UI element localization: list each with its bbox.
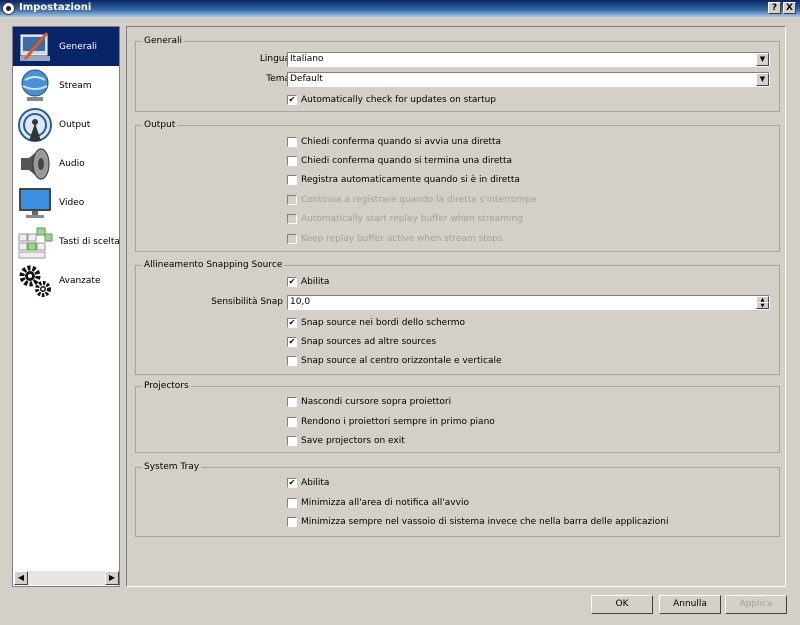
help-button[interactable]: ? — [768, 2, 781, 14]
checkbox-box — [287, 195, 297, 205]
checkbox-label: Continua a registrare quando la diretta … — [301, 195, 537, 205]
sidebar-item-label: Output — [59, 120, 91, 130]
checkbox-box[interactable] — [287, 517, 297, 527]
checkbox-label: Automatically start replay buffer when s… — [301, 214, 523, 224]
checkbox-label: Snap source nei bordi dello schermo — [301, 318, 466, 328]
cancel-button[interactable]: Annulla — [659, 595, 721, 614]
checkbox-label: Minimizza sempre nel vassoio di sistema … — [301, 517, 669, 527]
theme-value: Default — [290, 74, 323, 84]
output-group: Output Chiedi conferma quando si avvia u… — [135, 120, 780, 252]
checkbox-label: Keep replay buffer active when stream st… — [301, 234, 503, 244]
checkbox-label: Save projectors on exit — [301, 436, 405, 446]
checkbox-box[interactable] — [287, 156, 297, 166]
checkbox-box[interactable] — [287, 137, 297, 147]
checkbox-box[interactable]: ✔ — [287, 478, 297, 488]
checkbox-box[interactable] — [287, 175, 297, 185]
checkbox-box[interactable]: ✔ — [287, 318, 297, 328]
sidebar-item-advanced[interactable]: Avanzate — [13, 261, 119, 300]
checkbox-label: Abilita — [301, 277, 330, 287]
monitor-icon — [19, 188, 51, 218]
scroll-left-icon[interactable]: ◀ — [14, 571, 28, 585]
language-select[interactable]: Italiano ▼ — [287, 52, 770, 67]
general-settings-icon — [20, 32, 50, 61]
snap-sensitivity-value: 10,0 — [290, 297, 311, 307]
system-tray-group-title: System Tray — [142, 462, 202, 472]
checkbox-label: Snap source al centro orizzontale e vert… — [301, 356, 502, 366]
checkbox-box[interactable] — [287, 498, 297, 508]
window-title: Impostazioni — [19, 2, 92, 13]
apply-button: Applica — [725, 595, 787, 614]
projectors-group-title: Projectors — [142, 381, 191, 391]
ok-button[interactable]: OK — [591, 595, 653, 614]
sidebar-item-label: Audio — [59, 159, 85, 169]
checkbox-box[interactable]: ✔ — [287, 277, 297, 287]
checkbox-box — [287, 234, 297, 244]
sidebar-item-output[interactable]: Output — [13, 105, 119, 144]
checkbox-label: Nascondi cursore sopra proiettori — [301, 397, 452, 407]
general-group: Generali Lingua Italiano ▼ Tema Default … — [135, 36, 780, 112]
projectors-group: Projectors Nascondi cursore sopra proiet… — [135, 381, 780, 453]
output-group-title: Output — [142, 120, 178, 130]
settings-content: Generali Lingua Italiano ▼ Tema Default … — [126, 26, 786, 587]
theme-label: Tema — [266, 74, 290, 84]
checkbox-label: Snap sources ad altre sources — [301, 337, 437, 347]
chevron-down-icon[interactable]: ▼ — [756, 53, 769, 66]
sidebar-item-label: Video — [59, 198, 85, 208]
spin-down-icon[interactable]: ▼ — [756, 302, 769, 309]
sidebar-item-label: Avanzate — [59, 276, 101, 286]
snap-sensitivity-label: Sensibilità Snap — [211, 297, 283, 307]
checkbox-label: Registra automaticamente quando si è in … — [301, 175, 520, 185]
sidebar-item-generali[interactable]: Generali — [13, 27, 119, 66]
sidebar-item-audio[interactable]: Audio — [13, 144, 119, 183]
stream-globe-icon — [21, 69, 49, 101]
sidebar-item-stream[interactable]: Stream — [13, 66, 119, 105]
checkbox-label: Minimizza all'area di notifica all'avvio — [301, 498, 469, 508]
sidebar-item-hotkeys[interactable]: Tasti di scelta ra — [13, 222, 120, 261]
keyboard-icon — [18, 227, 53, 259]
snapping-group-title: Allineamento Snapping Source — [142, 260, 285, 270]
sidebar-item-video[interactable]: Video — [13, 183, 119, 222]
language-label: Lingua — [259, 54, 290, 64]
settings-sidebar: Generali Stream Output Audio Video Tasti… — [12, 26, 120, 587]
title-bar: Impostazioni ? X — [0, 0, 800, 17]
speaker-icon — [21, 148, 50, 180]
obs-logo-icon — [2, 2, 15, 15]
output-broadcast-icon — [18, 108, 52, 142]
sidebar-item-label: Tasti di scelta ra — [59, 237, 120, 247]
scroll-right-icon[interactable]: ▶ — [105, 571, 119, 585]
checkbox-label: Rendono i proiettori sempre in primo pia… — [301, 417, 495, 427]
checkbox-box[interactable] — [287, 417, 297, 427]
checkbox-label: Abilita — [301, 478, 330, 488]
checkbox-box[interactable] — [287, 436, 297, 446]
chevron-down-icon[interactable]: ▼ — [756, 73, 769, 86]
snapping-group: Allineamento Snapping Source ✔ Abilita S… — [135, 260, 780, 375]
sidebar-item-label: Generali — [59, 42, 97, 52]
checkbox-box — [287, 214, 297, 224]
sidebar-item-label: Stream — [59, 81, 92, 91]
system-tray-group: System Tray ✔ Abilita Minimizza all'area… — [135, 462, 780, 537]
theme-select[interactable]: Default ▼ — [287, 72, 770, 87]
checkbox-label: Chiedi conferma quando si termina una di… — [301, 156, 512, 166]
checkbox-label: Automatically check for updates on start… — [301, 95, 497, 105]
checkbox-box[interactable] — [287, 356, 297, 366]
language-value: Italiano — [290, 54, 324, 64]
checkbox-box[interactable]: ✔ — [287, 95, 297, 105]
sidebar-horizontal-scrollbar[interactable]: ◀ ▶ — [14, 571, 119, 585]
close-button[interactable]: X — [783, 2, 796, 14]
gears-icon — [19, 265, 51, 297]
snap-sensitivity-spinbox[interactable]: 10,0 ▲ ▼ — [287, 295, 770, 310]
checkbox-label: Chiedi conferma quando si avvia una dire… — [301, 137, 502, 147]
checkbox-box[interactable]: ✔ — [287, 337, 297, 347]
checkbox-box[interactable] — [287, 397, 297, 407]
general-group-title: Generali — [142, 36, 184, 46]
